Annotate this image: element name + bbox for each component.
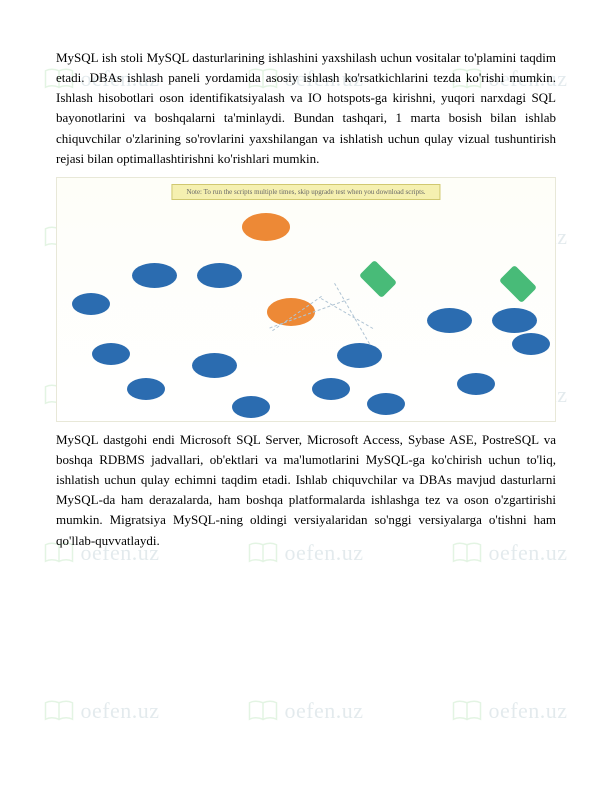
diagram-node	[337, 343, 382, 368]
book-icon	[248, 699, 278, 723]
diagram-node	[512, 333, 550, 355]
diagram-node	[192, 353, 237, 378]
diagram-node	[492, 308, 537, 333]
diagram-node	[197, 263, 242, 288]
diagram-node	[232, 396, 270, 418]
watermark-item: oefen.uz	[44, 698, 159, 724]
paragraph-2: MySQL dastgohi endi Microsoft SQL Server…	[56, 430, 556, 551]
book-icon	[44, 699, 74, 723]
diagram-node	[267, 298, 315, 326]
diagram-decision-node	[359, 260, 397, 298]
diagram-node	[127, 378, 165, 400]
diagram-node	[312, 378, 350, 400]
diagram-decision-node	[499, 265, 537, 303]
document-content: MySQL ish stoli MySQL dasturlarining ish…	[0, 0, 612, 551]
diagram-node	[367, 393, 405, 415]
watermark-text: oefen.uz	[80, 698, 159, 724]
watermark-text: oefen.uz	[488, 698, 567, 724]
paragraph-1: MySQL ish stoli MySQL dasturlarining ish…	[56, 48, 556, 169]
diagram-node	[242, 213, 290, 241]
diagram-title: Note: To run the scripts multiple times,…	[171, 184, 440, 200]
diagram-node	[132, 263, 177, 288]
watermark-text: oefen.uz	[284, 698, 363, 724]
diagram-node	[457, 373, 495, 395]
watermark-item: oefen.uz	[452, 698, 567, 724]
book-icon	[452, 699, 482, 723]
diagram-node	[427, 308, 472, 333]
flowchart-diagram: Note: To run the scripts multiple times,…	[56, 177, 556, 422]
diagram-node	[92, 343, 130, 365]
diagram-connector	[334, 283, 370, 344]
watermark-item: oefen.uz	[248, 698, 363, 724]
diagram-node	[72, 293, 110, 315]
diagram-connector	[321, 298, 373, 329]
